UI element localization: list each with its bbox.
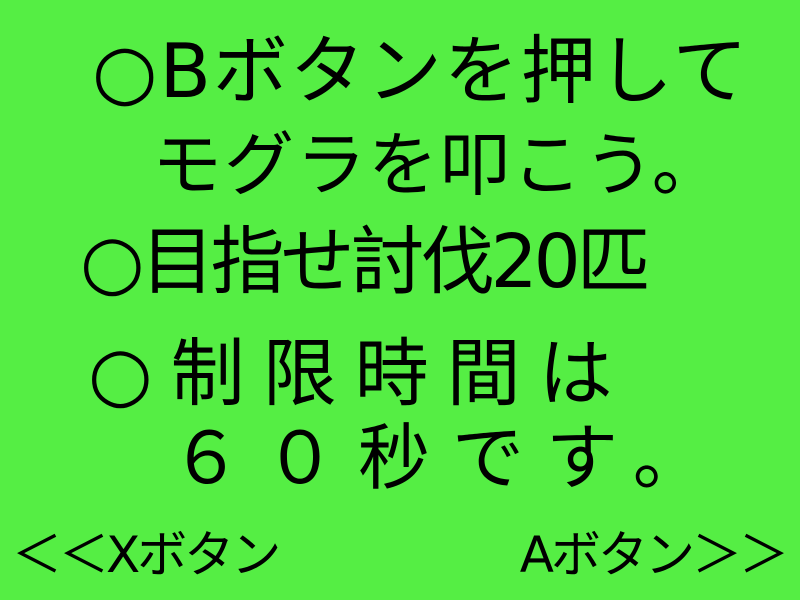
instruction-line-goal: ○目指せ討伐20匹 <box>80 219 651 305</box>
prev-page-button[interactable]: ＜＜Xボタン <box>12 530 281 580</box>
instruction-line-press-b: ○Bボタンを押して <box>92 27 750 115</box>
instruction-line-time-limit: ○制限時間は <box>88 331 631 417</box>
instruction-line-seconds: ６０秒です。 <box>170 416 727 500</box>
instruction-line-hit-mole: モグラを叩こう。 <box>152 124 724 206</box>
instruction-screen: ○Bボタンを押して モグラを叩こう。 ○目指せ討伐20匹 ○制限時間は ６０秒で… <box>0 0 800 600</box>
next-page-button[interactable]: Aボタン＞＞ <box>520 530 789 580</box>
